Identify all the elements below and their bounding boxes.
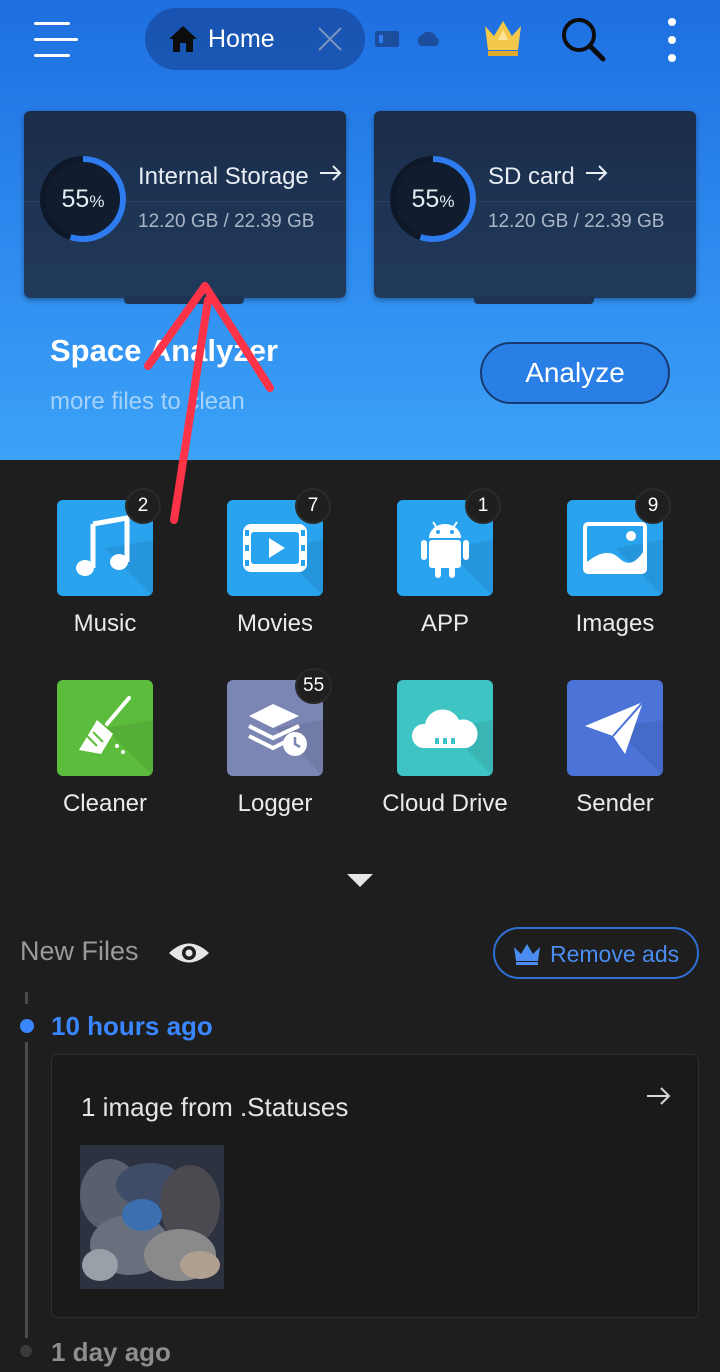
storage-header: Home 55% Internal Storage 12.20 GB / 22.… xyxy=(0,0,720,460)
new-file-card[interactable]: 1 image from .Statuses xyxy=(51,1054,699,1318)
timeline-dot xyxy=(20,1345,32,1357)
new-files-title: New Files xyxy=(20,936,139,966)
category-cleaner[interactable]: Cleaner xyxy=(0,680,170,830)
timeline-dot-active xyxy=(20,1019,34,1033)
count-badge: 1 xyxy=(465,488,501,524)
category-logger[interactable]: 55 Logger xyxy=(170,668,340,830)
space-analyzer-subtitle: more files to clean xyxy=(50,388,245,415)
usage-percent: 55% xyxy=(61,185,105,213)
paper-plane-icon xyxy=(567,680,663,776)
time-group-label: 1 day ago xyxy=(51,1337,171,1367)
tab-home[interactable]: Home xyxy=(145,8,365,70)
arrow-right-icon[interactable] xyxy=(646,1085,672,1107)
remove-ads-label: Remove ads xyxy=(550,941,680,967)
expand-chevron-down-icon[interactable] xyxy=(347,874,373,888)
search-icon[interactable] xyxy=(560,16,606,62)
internal-storage-card[interactable]: 55% Internal Storage 12.20 GB / 22.39 GB xyxy=(24,111,346,304)
count-badge: 55 xyxy=(295,668,333,704)
close-tab-icon[interactable] xyxy=(317,26,343,52)
crown-icon xyxy=(514,944,540,965)
sd-card-tab-icon[interactable] xyxy=(374,28,400,50)
arrow-right-icon xyxy=(320,165,342,181)
category-app[interactable]: 1 APP xyxy=(340,488,510,650)
usage-percent: 55% xyxy=(411,185,455,213)
timeline-line xyxy=(25,1042,28,1338)
count-badge: 9 xyxy=(635,488,671,524)
category-sender[interactable]: Sender xyxy=(510,680,680,830)
storage-title: SD card xyxy=(488,163,609,191)
image-thumbnail[interactable] xyxy=(80,1145,224,1289)
remove-ads-button[interactable]: Remove ads xyxy=(493,927,699,979)
category-music[interactable]: 2 Music xyxy=(0,488,170,650)
analyze-button[interactable]: Analyze xyxy=(480,342,670,404)
category-label: Images xyxy=(575,610,655,637)
category-label: Sender xyxy=(576,790,654,817)
file-card-title: 1 image from .Statuses xyxy=(81,1092,349,1122)
storage-usage: 12.20 GB / 22.39 GB xyxy=(488,211,665,232)
broom-icon xyxy=(57,680,153,776)
home-icon xyxy=(169,26,197,52)
category-images[interactable]: 9 Images xyxy=(510,488,680,650)
timeline-line xyxy=(25,992,28,1004)
card-notch xyxy=(474,296,594,304)
count-badge: 7 xyxy=(295,488,331,524)
hamburger-menu-icon[interactable] xyxy=(34,22,78,58)
sd-card-storage-card[interactable]: 55% SD card 12.20 GB / 22.39 GB xyxy=(374,111,696,304)
cloud-icon xyxy=(397,680,493,776)
tab-home-label: Home xyxy=(208,25,275,53)
crown-premium-icon[interactable] xyxy=(482,18,524,58)
count-badge: 2 xyxy=(125,488,161,524)
arrow-right-icon xyxy=(586,165,608,181)
storage-usage: 12.20 GB / 22.39 GB xyxy=(138,211,315,232)
eye-icon[interactable] xyxy=(168,938,210,968)
more-options-icon[interactable] xyxy=(664,18,680,62)
space-analyzer-title: Space Analyzer xyxy=(50,333,279,368)
category-movies[interactable]: 7 Movies xyxy=(170,488,340,650)
cloud-tab-icon[interactable] xyxy=(414,28,442,48)
time-group-label: 10 hours ago xyxy=(51,1011,213,1041)
card-notch xyxy=(124,296,244,304)
category-cloud-drive[interactable]: Cloud Drive xyxy=(340,680,510,830)
storage-title: Internal Storage xyxy=(138,163,343,191)
